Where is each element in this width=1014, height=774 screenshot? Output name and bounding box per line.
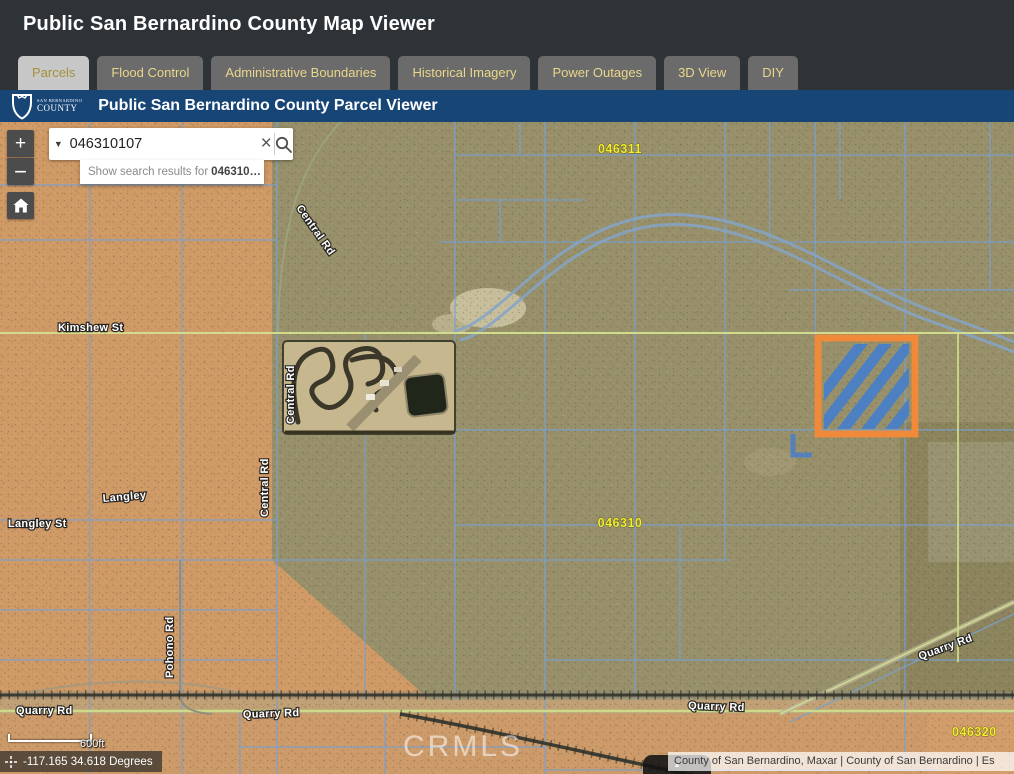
street-label: Central Rd <box>259 458 271 517</box>
search-submit-button[interactable] <box>274 128 293 160</box>
parcel-viewer-banner: SAN BERNARDINO COUNTY Public San Bernard… <box>0 90 1014 122</box>
street-label: Quarry Rd <box>688 700 745 714</box>
search-source-dropdown[interactable]: ▼ <box>49 128 68 160</box>
plus-icon: + <box>15 134 26 153</box>
street-label: Quarry Rd <box>16 705 73 717</box>
street-label: Central Rd <box>285 365 297 424</box>
clear-search-button[interactable]: × <box>259 128 274 160</box>
coordinates-text: -117.165 34.618 Degrees <box>23 756 153 768</box>
home-button[interactable] <box>7 192 34 219</box>
street-label: Langley St <box>8 518 67 530</box>
tab-administrative-boundaries[interactable]: Administrative Boundaries <box>211 56 390 90</box>
parcel-label: 046311 <box>598 142 642 156</box>
suggestion-term: 046310… <box>211 166 261 178</box>
tab-3d-view[interactable]: 3D View <box>664 56 740 90</box>
parcel-viewer-title: Public San Bernardino County Parcel View… <box>98 97 437 115</box>
street-label: Pohono Rd <box>164 617 176 678</box>
search-icon <box>275 136 292 153</box>
parcel-label: 046310 <box>598 516 643 530</box>
tab-bar: Parcels Flood Control Administrative Bou… <box>0 48 1014 90</box>
search-suggestion-item[interactable]: Show search results for 046310… <box>80 160 264 184</box>
map-canvas[interactable]: 046311 046310 046320 Kimshew St Langley … <box>0 122 1014 774</box>
tab-diy[interactable]: DIY <box>748 56 798 90</box>
tab-historical-imagery[interactable]: Historical Imagery <box>398 56 530 90</box>
county-logo-text: SAN BERNARDINO COUNTY <box>37 99 82 113</box>
map-viewer-app: Public San Bernardino County Map Viewer … <box>0 0 1014 774</box>
county-logo: SAN BERNARDINO COUNTY <box>10 93 82 120</box>
chevron-down-icon: ▼ <box>54 139 63 149</box>
minus-icon: − <box>14 161 27 183</box>
coordinates-badge: -117.165 34.618 Degrees <box>0 751 162 772</box>
street-label: Kimshew St <box>58 322 123 334</box>
county-shield-icon <box>10 93 34 120</box>
search-input[interactable] <box>68 128 259 160</box>
zoom-out-button[interactable]: − <box>7 158 34 185</box>
street-label: Quarry Rd <box>243 707 300 721</box>
tab-parcels[interactable]: Parcels <box>18 56 89 90</box>
tab-power-outages[interactable]: Power Outages <box>538 56 656 90</box>
tab-flood-control[interactable]: Flood Control <box>97 56 203 90</box>
close-icon: × <box>261 133 272 155</box>
app-header: Public San Bernardino County Map Viewer <box>0 0 1014 48</box>
scale-label: 600ft <box>80 738 104 750</box>
search-box: ▼ × <box>49 128 293 160</box>
racetrack-feature <box>283 341 455 434</box>
page-title: Public San Bernardino County Map Viewer <box>23 13 435 36</box>
home-icon <box>13 198 29 213</box>
map-attribution: County of San Bernardino, Maxar | County… <box>668 752 1014 771</box>
zoom-in-button[interactable]: + <box>7 130 34 157</box>
suggestion-prefix: Show search results for <box>88 166 208 178</box>
crosshair-icon <box>4 755 18 769</box>
parcel-label: 046320 <box>952 725 997 739</box>
basemap-imagery: 046311 046310 046320 Kimshew St Langley … <box>0 122 1014 774</box>
